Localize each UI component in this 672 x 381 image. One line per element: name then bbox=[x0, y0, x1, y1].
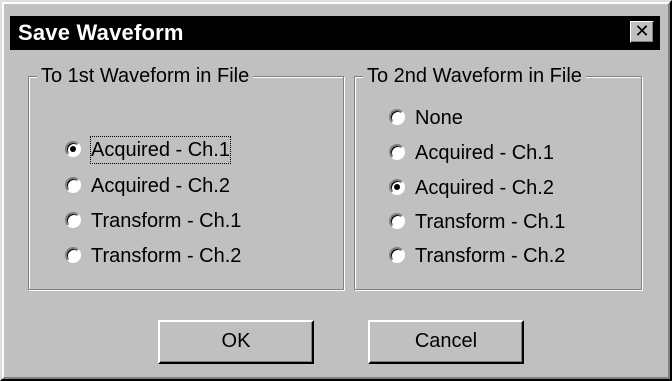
dialog-frame: Save Waveform ✕ To 1st Waveform in File … bbox=[2, 2, 670, 379]
radio-label: Acquired - Ch.2 bbox=[91, 175, 230, 197]
radio-button-checked[interactable] bbox=[65, 141, 81, 157]
radio-button[interactable] bbox=[389, 213, 405, 229]
title-bar[interactable]: Save Waveform ✕ bbox=[10, 16, 660, 50]
radio-label: Acquired - Ch.1 bbox=[415, 142, 554, 164]
radio-button[interactable] bbox=[65, 212, 81, 228]
radio-label: Acquired - Ch.2 bbox=[415, 177, 554, 199]
radio-label: Transform - Ch.2 bbox=[415, 245, 566, 267]
radio-label: None bbox=[415, 107, 463, 129]
second-waveform-group-title: To 2nd Waveform in File bbox=[363, 63, 586, 89]
first-waveform-group: To 1st Waveform in File Acquired - Ch.1 … bbox=[28, 63, 344, 290]
dialog-title: Save Waveform bbox=[18, 20, 184, 45]
cancel-button[interactable]: Cancel bbox=[368, 320, 524, 364]
radio-button-checked[interactable] bbox=[389, 179, 405, 195]
save-waveform-dialog: Save Waveform ✕ To 1st Waveform in File … bbox=[0, 0, 672, 381]
radio-label: Transform - Ch.1 bbox=[415, 211, 566, 233]
radio-button[interactable] bbox=[389, 109, 405, 125]
radio-button[interactable] bbox=[65, 247, 81, 263]
radio-label: Transform - Ch.2 bbox=[91, 245, 242, 267]
radio-button[interactable] bbox=[389, 144, 405, 160]
second-waveform-group: To 2nd Waveform in File None Acquired - … bbox=[354, 63, 642, 290]
ok-button[interactable]: OK bbox=[158, 320, 314, 364]
radio-label: Transform - Ch.1 bbox=[91, 210, 242, 232]
close-icon: ✕ bbox=[634, 21, 650, 42]
radio-button[interactable] bbox=[65, 177, 81, 193]
close-button[interactable]: ✕ bbox=[630, 21, 654, 43]
first-waveform-group-title: To 1st Waveform in File bbox=[37, 63, 254, 89]
radio-label: Acquired - Ch.1 bbox=[90, 136, 231, 164]
radio-button[interactable] bbox=[389, 247, 405, 263]
